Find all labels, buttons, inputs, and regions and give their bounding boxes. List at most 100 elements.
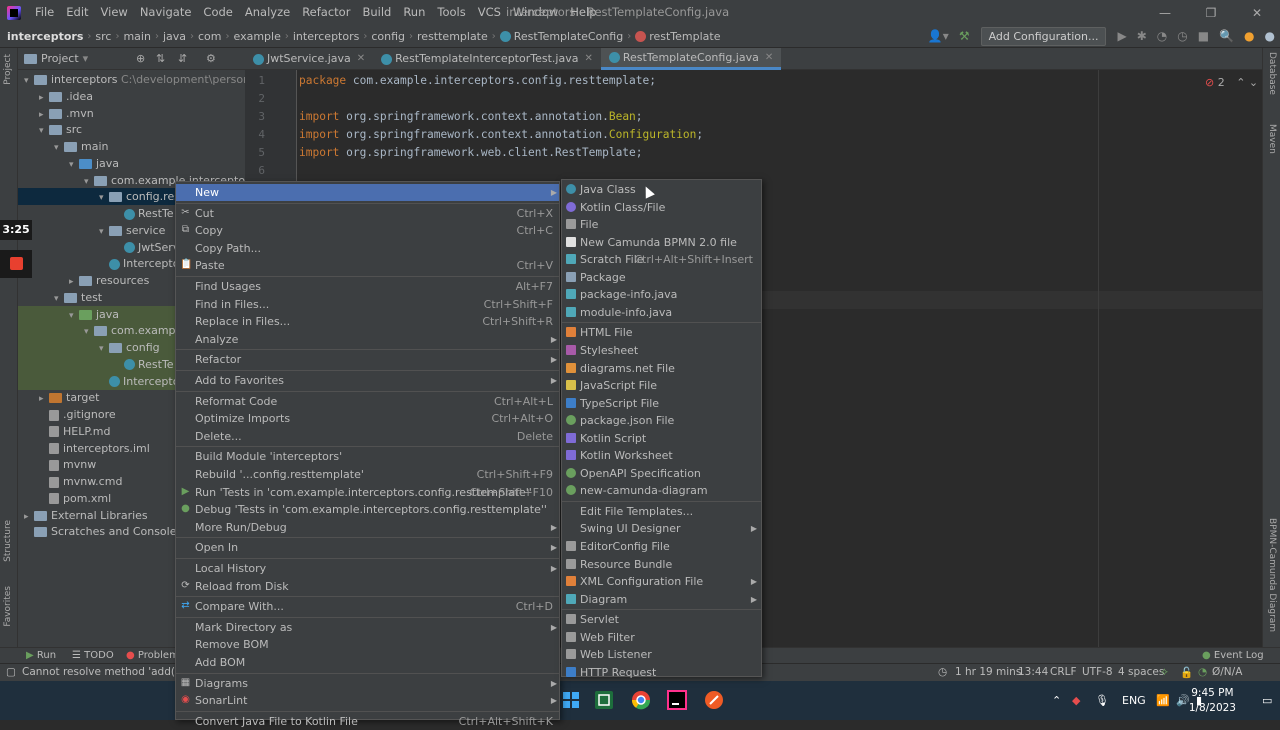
context-menu-item[interactable]: Convert Java File to Kotlin File Ctrl+Alt… bbox=[176, 713, 559, 730]
tab-resttemplateinterceptortest[interactable]: RestTemplateInterceptorTest.java ✕ bbox=[373, 48, 601, 70]
tree-item[interactable]: ▾ java bbox=[18, 155, 245, 172]
context-menu-item[interactable]: Remove BOM bbox=[176, 636, 559, 653]
menu-view[interactable]: View bbox=[95, 0, 134, 25]
tree-item[interactable]: ▾interceptors C:\development\personal\yo… bbox=[18, 71, 245, 88]
breadcrumb-class[interactable]: RestTemplateConfig bbox=[497, 30, 626, 43]
volume-icon[interactable]: 🔊 bbox=[1176, 681, 1190, 720]
file-encoding[interactable]: UTF-8 bbox=[1082, 666, 1113, 678]
breadcrumb-method[interactable]: restTemplate bbox=[632, 30, 723, 43]
breadcrumb-main[interactable]: main bbox=[120, 30, 153, 43]
update-icon[interactable]: ● bbox=[1239, 29, 1259, 43]
new-submenu-item[interactable]: Web Filter bbox=[562, 629, 761, 646]
new-submenu-item[interactable]: Resource Bundle bbox=[562, 556, 761, 573]
tray-chevron-up-icon[interactable]: ⌃ bbox=[1052, 681, 1061, 720]
context-menu-item[interactable]: ◉ SonarLint ▶ bbox=[176, 692, 559, 709]
menu-edit[interactable]: Edit bbox=[60, 0, 94, 25]
new-submenu-item[interactable]: Kotlin Class/File bbox=[562, 199, 761, 216]
bpmn-tool-tab[interactable]: BPMN-Camunda Diagram bbox=[1267, 518, 1277, 632]
context-menu-item[interactable]: Copy Path... bbox=[176, 240, 559, 257]
breadcrumb-resttemplate[interactable]: resttemplate bbox=[414, 30, 491, 43]
avatar-icon[interactable]: ● bbox=[1260, 29, 1280, 43]
gear-icon[interactable]: ⚙ bbox=[206, 52, 216, 65]
spreadsheet-app-icon[interactable] bbox=[593, 689, 615, 711]
new-submenu-item[interactable]: new-camunda-diagram bbox=[562, 482, 761, 499]
structure-tool-tab[interactable]: Structure bbox=[3, 520, 13, 562]
input-language[interactable]: ENG bbox=[1122, 681, 1146, 720]
na-indicator[interactable]: Ø/N/A bbox=[1212, 666, 1242, 678]
context-menu-item[interactable]: ⧉ Copy Ctrl+C bbox=[176, 222, 559, 239]
menu-code[interactable]: Code bbox=[197, 0, 238, 25]
run-icon[interactable]: ▶ bbox=[1112, 29, 1131, 43]
context-menu-item[interactable]: ⇄ Compare With... Ctrl+D bbox=[176, 598, 559, 615]
time-tracking[interactable]: 1 hr 19 mins bbox=[955, 666, 1021, 678]
sonar-icon[interactable]: ◔ bbox=[1198, 666, 1207, 678]
context-menu-item[interactable]: 📋 Paste Ctrl+V bbox=[176, 257, 559, 274]
collapse-icon[interactable]: ⇅ bbox=[156, 52, 165, 65]
coverage-icon[interactable]: ◔ bbox=[1152, 29, 1172, 43]
new-submenu-item[interactable]: Java Class bbox=[562, 181, 761, 198]
tree-item[interactable]: ▾ main bbox=[18, 138, 245, 155]
new-submenu-item[interactable]: Kotlin Worksheet bbox=[562, 447, 761, 464]
context-menu-item[interactable]: Delete... Delete bbox=[176, 428, 559, 445]
context-menu-item[interactable]: ● Debug 'Tests in 'com.example.intercepto… bbox=[176, 501, 559, 518]
postman-icon[interactable] bbox=[703, 689, 725, 711]
add-configuration-button[interactable]: Add Configuration... bbox=[980, 26, 1107, 46]
new-submenu-item[interactable]: Servlet bbox=[562, 611, 761, 628]
new-submenu-item[interactable]: JavaScript File bbox=[562, 377, 761, 394]
search-icon[interactable]: 🔍 bbox=[1214, 29, 1239, 43]
new-submenu-item[interactable]: EditorConfig File bbox=[562, 538, 761, 555]
menu-refactor[interactable]: Refactor bbox=[296, 0, 356, 25]
new-submenu-item[interactable]: package-info.java bbox=[562, 286, 761, 303]
context-menu-item[interactable]: Open In ▶ bbox=[176, 539, 559, 556]
menu-navigate[interactable]: Navigate bbox=[134, 0, 198, 25]
windows-start-icon[interactable] bbox=[560, 689, 582, 711]
stop-recording-button[interactable] bbox=[0, 250, 32, 278]
new-submenu-item[interactable]: Stylesheet bbox=[562, 342, 761, 359]
context-menu-item[interactable]: ▶ Run 'Tests in 'com.example.interceptors… bbox=[176, 484, 559, 501]
close-tab-icon[interactable]: ✕ bbox=[584, 48, 592, 70]
new-submenu-item[interactable]: New Camunda BPMN 2.0 file bbox=[562, 234, 761, 251]
close-icon[interactable]: ✕ bbox=[1234, 0, 1280, 25]
profile-icon[interactable]: ◷ bbox=[1172, 29, 1192, 43]
context-menu-item[interactable]: Find in Files... Ctrl+Shift+F bbox=[176, 296, 559, 313]
wifi-icon[interactable]: 📶 bbox=[1156, 681, 1170, 720]
system-clock[interactable]: 9:45 PM 1/8/2023 bbox=[1189, 686, 1236, 716]
chevron-down-icon[interactable]: ▾ bbox=[83, 52, 89, 65]
new-submenu-item[interactable]: Kotlin Script bbox=[562, 430, 761, 447]
intellij-taskbar-icon[interactable] bbox=[666, 689, 688, 711]
context-menu-item[interactable]: Replace in Files... Ctrl+Shift+R bbox=[176, 313, 559, 330]
restore-icon[interactable]: ❐ bbox=[1188, 0, 1234, 25]
breadcrumb-src[interactable]: src bbox=[92, 30, 114, 43]
new-submenu-item[interactable]: package.json File bbox=[562, 412, 761, 429]
new-submenu-item[interactable]: HTML File bbox=[562, 324, 761, 341]
context-menu-item[interactable]: New ▶ bbox=[176, 184, 559, 201]
tree-item[interactable]: ▾ src bbox=[18, 121, 245, 138]
error-indicator[interactable]: ⊘ 2 ⌃ ⌄ bbox=[1205, 76, 1258, 89]
microphone-icon[interactable]: 🎙 bbox=[1095, 681, 1109, 720]
menu-tools[interactable]: Tools bbox=[431, 0, 471, 25]
breadcrumb-com[interactable]: com bbox=[195, 30, 225, 43]
expand-icon[interactable]: ⇵ bbox=[178, 52, 187, 65]
context-menu-item[interactable]: Analyze ▶ bbox=[176, 331, 559, 348]
status-toggle-icon[interactable]: ▢ bbox=[6, 666, 16, 678]
context-menu-item[interactable]: More Run/Debug ▶ bbox=[176, 519, 559, 536]
context-menu-item[interactable]: Build Module 'interceptors' bbox=[176, 448, 559, 465]
context-menu-item[interactable]: Add BOM bbox=[176, 654, 559, 671]
new-submenu-item[interactable]: File bbox=[562, 216, 761, 233]
menu-vcs[interactable]: VCS bbox=[472, 0, 507, 25]
stop-icon[interactable]: ■ bbox=[1193, 29, 1214, 43]
todo-tool-tab[interactable]: ☰ TODO bbox=[72, 650, 114, 661]
new-submenu-item[interactable]: Web Listener bbox=[562, 646, 761, 663]
context-menu-item[interactable]: Local History ▶ bbox=[176, 560, 559, 577]
tab-jwtservice[interactable]: JwtService.java ✕ bbox=[245, 48, 373, 70]
context-menu-item[interactable]: Optimize Imports Ctrl+Alt+O bbox=[176, 410, 559, 427]
new-submenu-item[interactable]: Edit File Templates... bbox=[562, 503, 761, 520]
project-tool-tab[interactable]: Project bbox=[3, 54, 13, 85]
context-menu-item[interactable]: ⟳ Reload from Disk bbox=[176, 578, 559, 595]
breadcrumb-example[interactable]: example bbox=[231, 30, 284, 43]
lock-icon[interactable]: 🔓 bbox=[1180, 666, 1193, 679]
line-separator[interactable]: CRLF bbox=[1050, 666, 1077, 678]
new-submenu-item[interactable]: module-info.java bbox=[562, 304, 761, 321]
menu-file[interactable]: File bbox=[29, 0, 60, 25]
breadcrumb-config[interactable]: config bbox=[368, 30, 408, 43]
